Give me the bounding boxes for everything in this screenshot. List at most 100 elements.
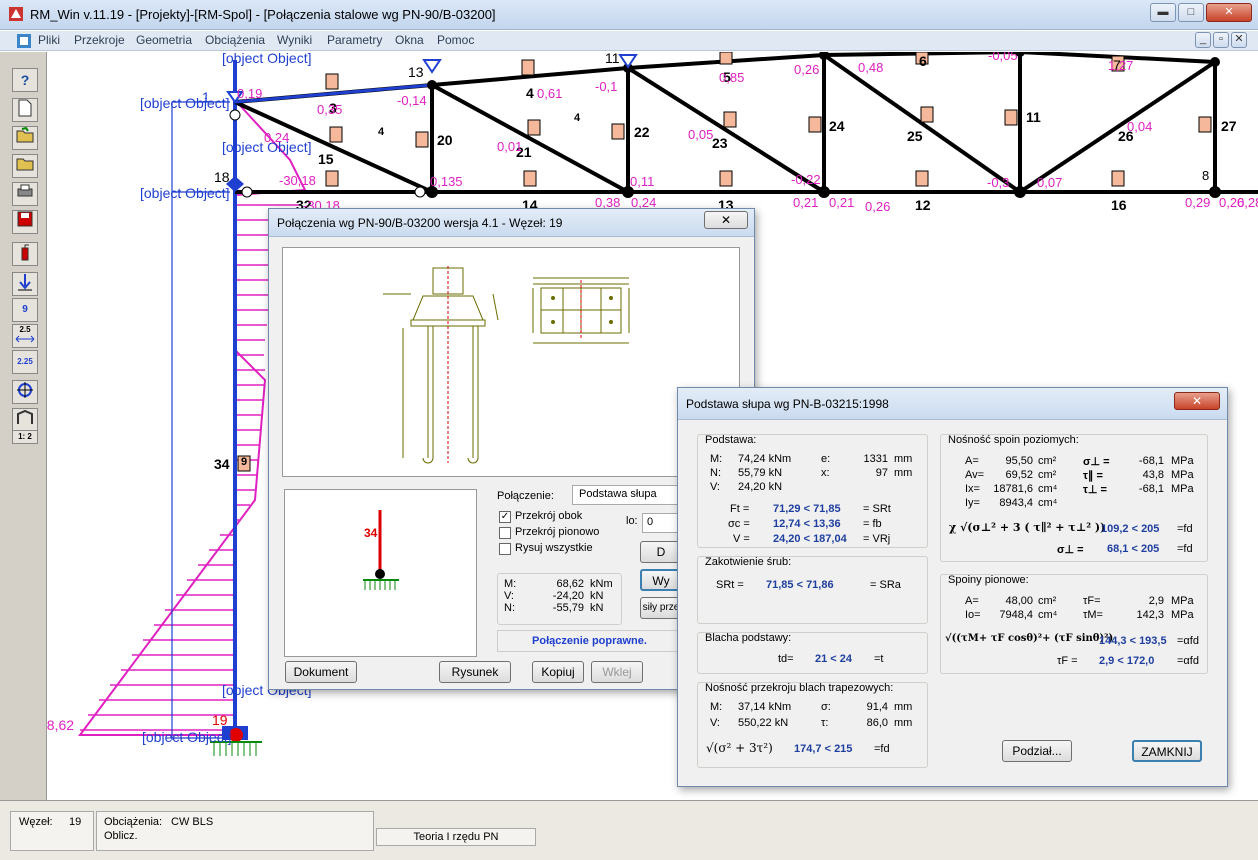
menu-przekroje[interactable]: Przekroje [74, 33, 125, 47]
extinguisher-button[interactable] [12, 242, 38, 266]
status-load-panel: Obciążenia: CW BLS Oblicz. [96, 811, 374, 851]
menu-parametry[interactable]: Parametry [327, 33, 382, 47]
mdi-restore-button[interactable]: ▫ [1213, 32, 1229, 48]
dim-label: [object Object] [142, 729, 232, 745]
d-button[interactable]: D [640, 541, 682, 563]
blacha-head: Blacha podstawy: [705, 632, 792, 644]
dimension-button[interactable]: 2.5 [12, 324, 38, 348]
result-value: 38,62 [47, 717, 75, 733]
mdi-close-button[interactable]: ✕ [1231, 32, 1247, 48]
kopiuj-button[interactable]: Kopiuj [532, 661, 584, 683]
bar-label: 20 [437, 132, 453, 148]
sp-unit2: MPa [1171, 483, 1194, 495]
menu-obciazenia[interactable]: Obciążenia [205, 33, 265, 47]
sily-button[interactable]: siły prze [640, 597, 682, 619]
minimize-button[interactable]: ▬ [1150, 3, 1176, 22]
check-ref: = VRj [863, 533, 891, 545]
ratio-label: 1: 2 [18, 432, 32, 441]
save-button[interactable] [12, 210, 38, 234]
trapez-value2: 91,4 [866, 701, 888, 713]
frame-button[interactable] [12, 408, 38, 432]
bar-label: 11 [1026, 109, 1041, 125]
force-value: -24,20 [552, 590, 584, 602]
print-button[interactable] [12, 182, 38, 206]
result-value: -0,05 [988, 52, 1018, 63]
dokument-button[interactable]: Dokument [285, 661, 357, 683]
polaczenie-select[interactable]: Podstawa słupa [572, 485, 682, 505]
spp-unit2: MPa [1171, 595, 1194, 607]
new-file-button[interactable] [12, 98, 38, 122]
level-button[interactable]: 2.25 [12, 350, 38, 374]
node-label: 6 [919, 53, 927, 69]
spoiny-poziome-group: Nośność spoin poziomych: A= 95,50 cm² σ⊥… [940, 434, 1208, 562]
lo-input[interactable]: 0 [642, 513, 682, 533]
target-button[interactable] [12, 380, 38, 404]
result-value: -0,22 [791, 172, 821, 187]
trapez-unit2: mm [894, 701, 913, 713]
open-folder-button[interactable] [12, 154, 38, 178]
section-nine-button[interactable]: 9 [12, 298, 38, 322]
podstawa-value2: 97 [875, 467, 888, 479]
section-label: 4 [573, 112, 581, 124]
check-value: 71,29 < 71,85 [773, 503, 841, 515]
trapez-value: 550,22 kN [738, 717, 789, 729]
podstawa-key2: e: [821, 453, 831, 465]
spp-result2: 2,9 < 172,0 [1099, 655, 1155, 667]
close-button[interactable]: ✕ [1206, 3, 1252, 22]
title-bar: RM_Win v.11.19 - [Projekty]-[RM-Spol] - … [0, 0, 1258, 30]
base-dialog-close-button[interactable]: ✕ [1174, 392, 1220, 410]
connection-dialog-close-button[interactable]: ✕ [704, 211, 748, 229]
force-value: -55,79 [552, 602, 584, 614]
truss-members [234, 52, 1258, 194]
podstawa-key: N: [710, 467, 721, 479]
trapez-head: Nośność przekroju blach trapezowych: [705, 682, 894, 694]
help-button[interactable]: ? [12, 68, 38, 92]
wy-button[interactable]: Wy [640, 569, 682, 591]
spp-key2: τF= [1083, 595, 1101, 607]
spp-result1: 144,3 < 193,5 [1099, 635, 1167, 647]
dimension-arrows-icon [15, 335, 35, 343]
result-value: 0,04 [1127, 119, 1153, 134]
result-value: 0,29 [1185, 195, 1211, 210]
force-unit: kN [590, 590, 604, 602]
podstawa-unit2: mm [894, 453, 913, 465]
load-arrow-button[interactable] [12, 272, 38, 296]
check-ref: = fb [863, 518, 882, 530]
section-label: 9 [240, 456, 248, 468]
scheme-bar-label: 34 [364, 526, 378, 540]
sp-formula: χ √(σ⊥² + 3 ( τ∥² + τ⊥² )) [949, 521, 1106, 534]
result-value: 0,07 [1037, 175, 1063, 190]
result-value: 0,28 [1237, 195, 1258, 210]
przekroj-obok-checkbox[interactable]: ✓ [499, 511, 511, 523]
bar-label: 22 [634, 124, 650, 140]
menu-okna[interactable]: Okna [395, 33, 424, 47]
hinge-node [229, 109, 241, 121]
new-file-icon [18, 99, 32, 117]
lo-label: lo: [626, 515, 638, 527]
wklej-button[interactable]: Wklej [591, 661, 643, 683]
ratio-button[interactable]: 1: 2 [12, 430, 38, 444]
podzial-button[interactable]: Podział... [1002, 740, 1072, 762]
result-value: 0,11 [630, 174, 655, 189]
zakotwienie-group: Zakotwienie śrub: SRt = 71,85 < 71,86 = … [697, 556, 928, 624]
menu-pliki[interactable]: Pliki [38, 33, 60, 47]
frame-icon [17, 409, 33, 424]
node-label: 18 [214, 169, 230, 185]
sp-key2: τ⊥ = [1083, 484, 1107, 496]
open-file-button[interactable] [12, 126, 38, 150]
menu-wyniki[interactable]: Wyniki [277, 33, 312, 47]
connection-dialog-title: Połączenia wg PN-90/B-03200 wersja 4.1 -… [269, 209, 754, 237]
mdi-minimize-button[interactable]: _ [1195, 32, 1211, 48]
trapez-key: M: [710, 701, 723, 713]
rysuj-wszystkie-checkbox[interactable] [499, 543, 511, 555]
maximize-button[interactable]: □ [1178, 3, 1204, 22]
node-scheme-drawing [363, 510, 399, 590]
przekroj-pionowo-checkbox[interactable] [499, 527, 511, 539]
rysunek-button[interactable]: Rysunek [439, 661, 511, 683]
hinge-node [241, 186, 253, 198]
menu-geometria[interactable]: Geometria [136, 33, 192, 47]
menu-pomoc[interactable]: Pomoc [437, 33, 474, 47]
sp-key2: σ⊥ = [1083, 456, 1110, 468]
result-value: -0,1 [595, 79, 618, 94]
zamknij-button[interactable]: ZAMKNIJ [1132, 740, 1202, 762]
